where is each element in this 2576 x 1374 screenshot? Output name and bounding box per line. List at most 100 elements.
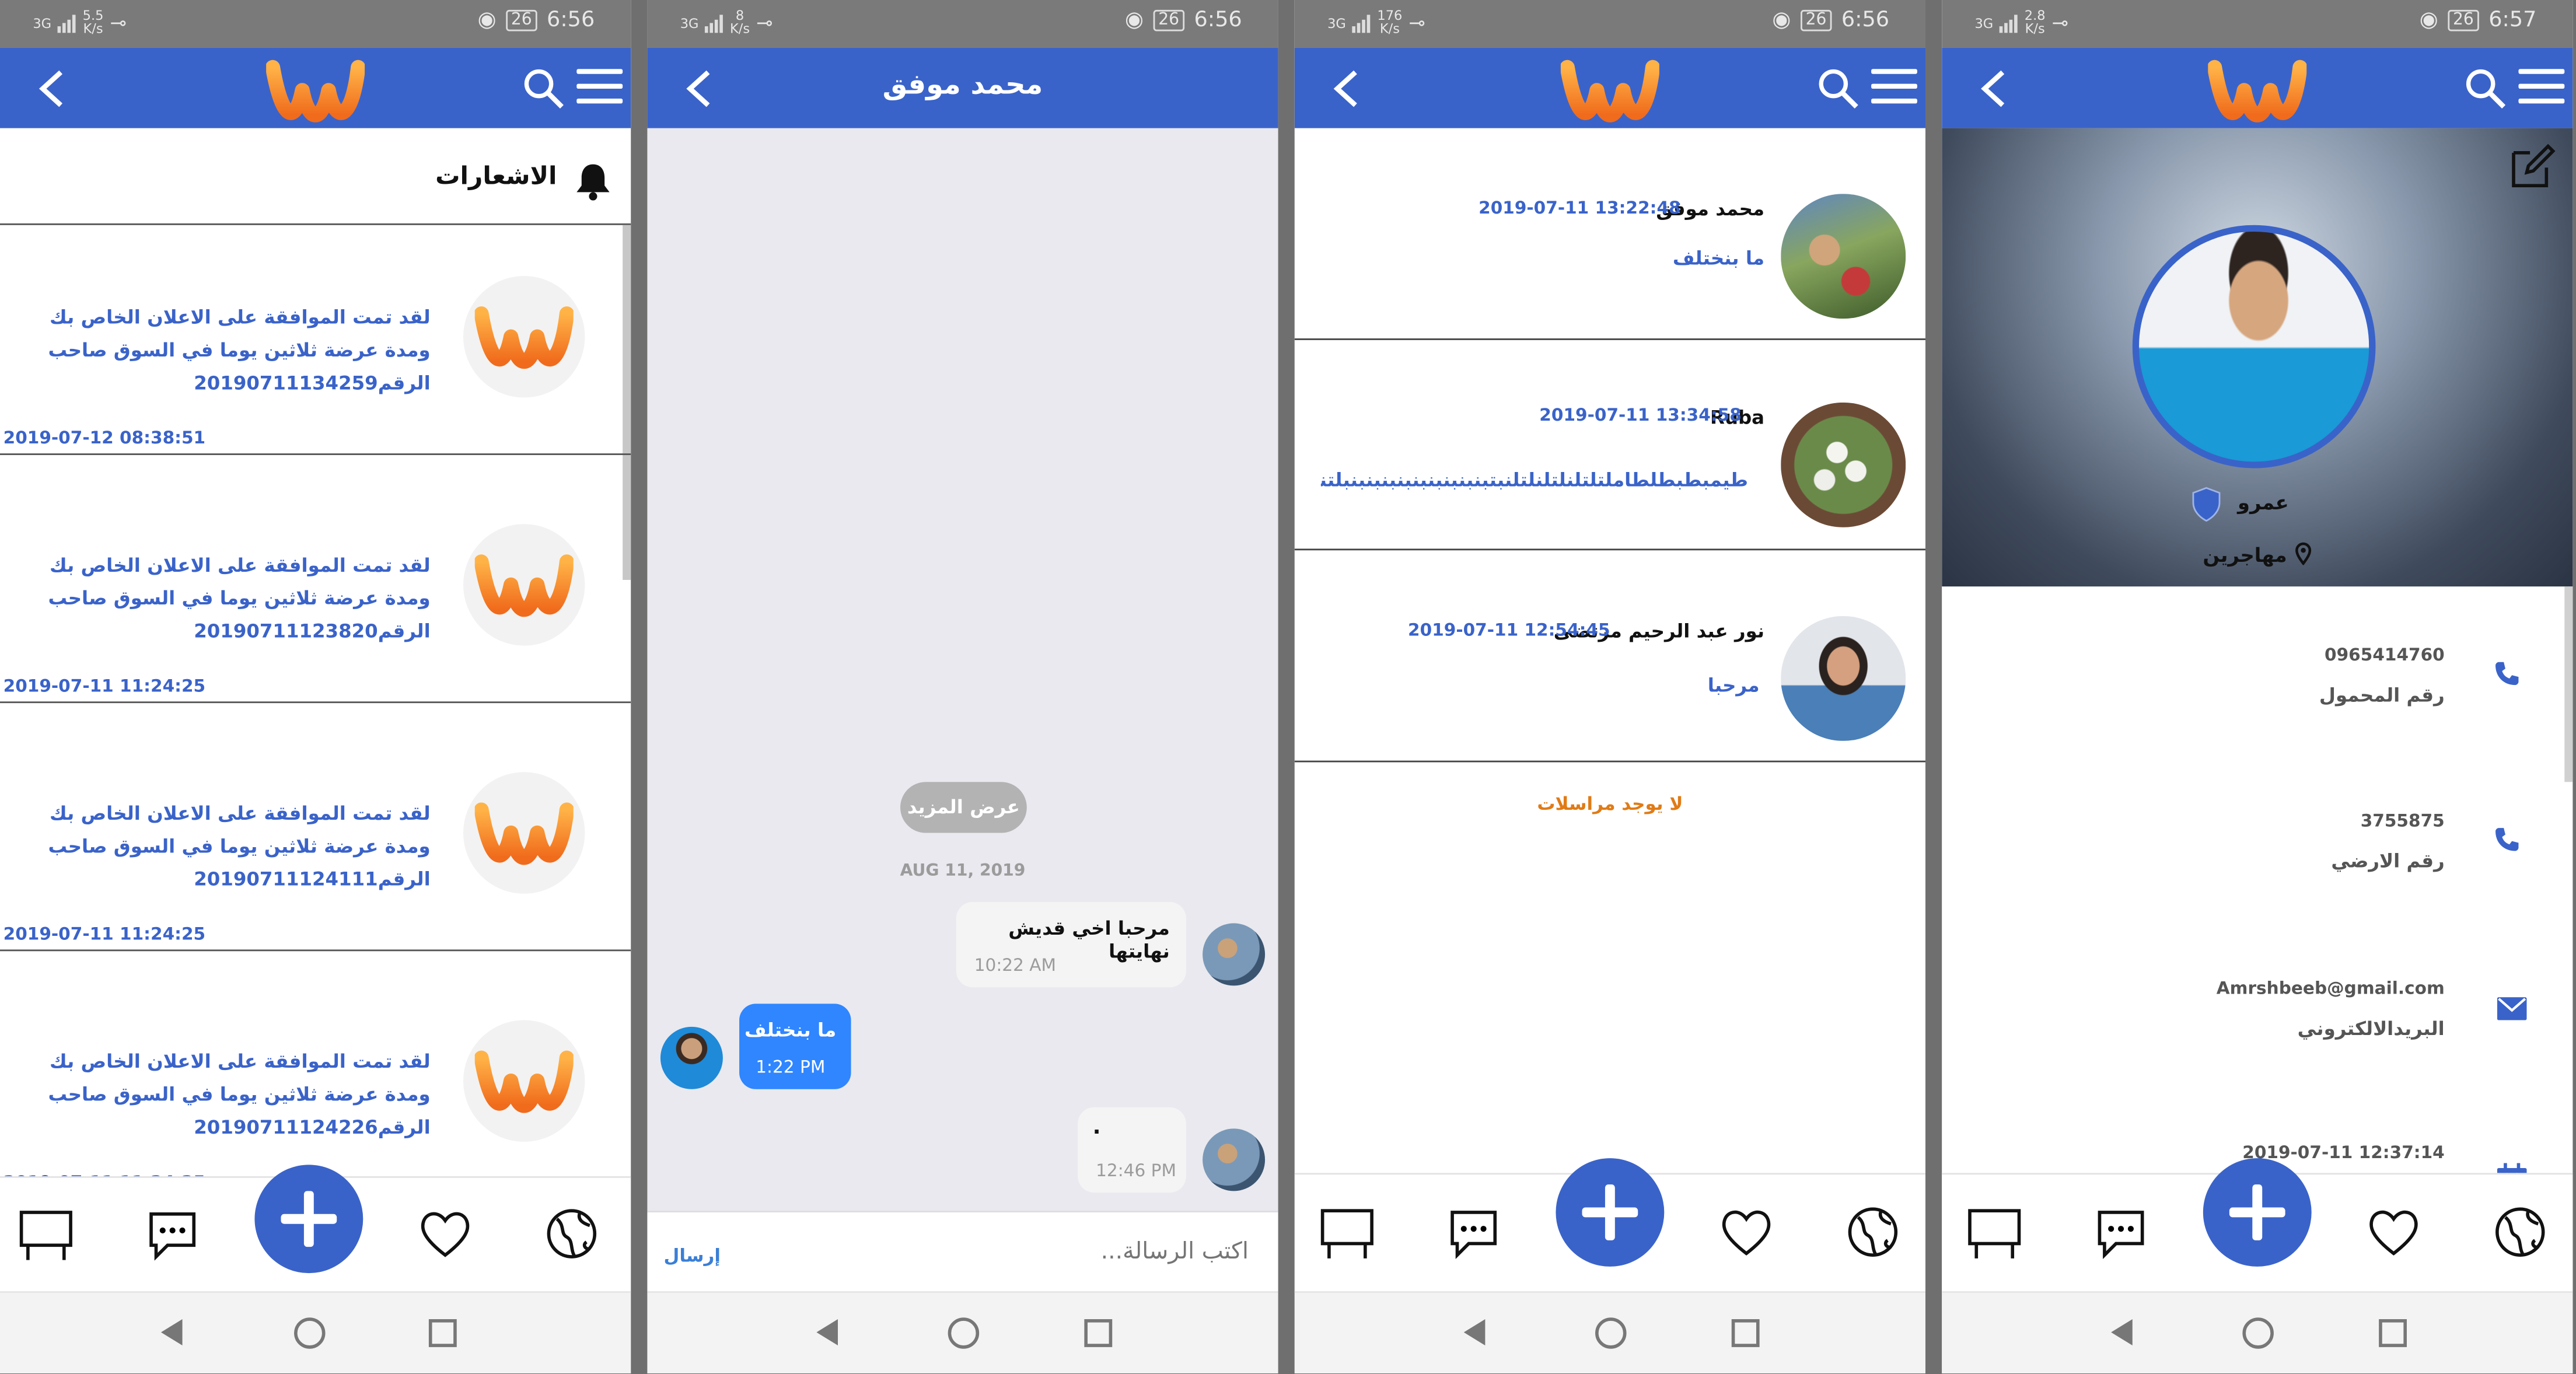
message-bubble[interactable]: مرحبا اخي قديش نهايتها 10:22 AM — [956, 901, 1186, 988]
status-bar: 3G 176 K/s ⊸ ◉ 26 6:56 — [1294, 0, 1926, 48]
notifications-list: لقد تمت الموافقة على الاعلان الخاص بك وم… — [0, 225, 631, 1183]
chat-title: محمد موفق — [882, 69, 1043, 102]
add-button[interactable] — [2203, 1158, 2312, 1267]
avatar — [1781, 402, 1906, 527]
app-bar — [1942, 47, 2573, 128]
logo-icon — [1561, 58, 1659, 124]
nav-home-icon[interactable] — [294, 1317, 326, 1349]
conversation-item[interactable]: محمد موفق 2019-07-11 13:22:48 ما بنختلف — [1294, 128, 1926, 340]
back-icon[interactable] — [33, 67, 75, 110]
heart-icon[interactable] — [2366, 1204, 2422, 1260]
conversation-item[interactable]: نور عبد الرحيم مرتضى 2019-07-11 12:54:45… — [1294, 550, 1926, 763]
add-button[interactable] — [1556, 1158, 1665, 1267]
search-icon[interactable] — [522, 67, 565, 110]
board-icon[interactable] — [1319, 1204, 1375, 1260]
nav-recents-icon[interactable] — [2379, 1319, 2407, 1347]
nav-back-icon[interactable] — [2111, 1319, 2133, 1346]
detail-label: رقم المحمول — [2319, 683, 2445, 707]
logo-icon — [475, 552, 574, 618]
nav-back-icon[interactable] — [160, 1319, 183, 1346]
message-text: ما بنختلف — [744, 1018, 837, 1042]
logo-icon — [475, 800, 574, 866]
nav-home-icon[interactable] — [948, 1317, 980, 1349]
notification-line: ومدة عرضة ثلاثين يوما في السوق صاحب — [48, 834, 431, 858]
message-input[interactable] — [746, 1229, 1252, 1275]
bottom-nav — [1294, 1158, 1926, 1293]
heart-icon[interactable] — [1718, 1204, 1774, 1260]
nav-back-icon[interactable] — [1463, 1319, 1486, 1346]
nav-recents-icon[interactable] — [428, 1319, 457, 1347]
globe-icon[interactable] — [544, 1206, 600, 1262]
phone-notifications: 3G 5.5 K/s ⊸ ◉ 26 6:56 الاشعارات لقد تمت المو… — [0, 0, 631, 1373]
detail-value: 0965414760 — [2325, 645, 2445, 666]
nav-home-icon[interactable] — [2242, 1317, 2274, 1349]
status-bar: 3G 5.5 K/s ⊸ ◉ 26 6:56 — [0, 0, 631, 48]
nav-home-icon[interactable] — [1595, 1317, 1627, 1349]
conversation-date: 2019-07-11 13:34:58 — [1539, 405, 1742, 426]
logo-avatar — [463, 276, 585, 398]
menu-icon[interactable] — [1871, 69, 1917, 109]
search-icon[interactable] — [1817, 67, 1860, 110]
location-pin-icon — [2295, 542, 2312, 566]
heart-icon[interactable] — [417, 1206, 473, 1262]
search-icon[interactable] — [2465, 67, 2507, 110]
message-bubble-mine[interactable]: ما بنختلف 1:22 PM — [739, 1004, 851, 1089]
phone-icon — [2495, 828, 2519, 851]
logo-icon — [266, 58, 365, 124]
profile-name: عمرو — [2237, 491, 2289, 515]
avatar[interactable] — [1203, 923, 1266, 986]
location-text: مهاجرين — [2203, 543, 2287, 567]
notification-text: لقد تمت الموافقة على الاعلان الخاص بك وم… — [36, 300, 431, 399]
list-item[interactable]: لقد تمت الموافقة على الاعلان الخاص بك وم… — [0, 455, 631, 704]
edit-icon[interactable] — [2507, 141, 2556, 190]
detail-label: البريدالالكتروني — [2297, 1016, 2445, 1040]
menu-icon[interactable] — [2518, 69, 2565, 109]
detail-row-landline[interactable]: 3755875 رقم الارضي — [1942, 753, 2572, 917]
composer: إرسال — [647, 1211, 1278, 1295]
load-more-button[interactable]: عرض المزيد — [900, 782, 1027, 833]
logo-icon — [475, 1048, 574, 1114]
conversation-preview: طيمبطبطلطاملتلتلنلتلنلتلنبتبنبنبنبنبنبنب… — [1321, 468, 1748, 491]
add-button[interactable] — [254, 1165, 363, 1274]
list-item[interactable]: لقد تمت الموافقة على الاعلان الخاص بك وم… — [0, 951, 631, 1183]
detail-row-mobile[interactable]: 0965414760 رقم المحمول — [1942, 586, 2572, 751]
list-item[interactable]: لقد تمت الموافقة على الاعلان الخاص بك وم… — [0, 703, 631, 952]
detail-row-email[interactable]: Amrshbeeb@gmail.com البريدالالكتروني — [1942, 918, 2572, 1083]
app-bar — [1294, 47, 1926, 128]
detail-label: رقم الارضي — [2331, 849, 2445, 873]
chat-icon[interactable] — [2093, 1204, 2149, 1260]
globe-icon[interactable] — [1845, 1204, 1901, 1260]
notifications-header: الاشعارات — [0, 128, 631, 225]
bell-icon — [576, 164, 610, 201]
nav-recents-icon[interactable] — [1731, 1319, 1760, 1347]
board-icon[interactable] — [18, 1206, 74, 1262]
page-title: الاشعارات — [435, 160, 557, 191]
conversation-item[interactable]: Ruba 2019-07-11 13:34:58 طيمبطبطلطاملتلت… — [1294, 340, 1926, 551]
message-bubble[interactable]: . 12:46 PM — [1078, 1107, 1186, 1193]
conversation-preview: ما بنختلف — [1672, 246, 1765, 270]
logo-avatar — [463, 524, 585, 646]
chat-icon[interactable] — [145, 1206, 201, 1262]
app-bar — [0, 47, 631, 128]
notification-line: لقد تمت الموافقة على الاعلان الخاص بك — [49, 1050, 431, 1073]
menu-icon[interactable] — [576, 69, 623, 109]
notification-date: 2019-07-11 11:24:25 — [3, 677, 206, 697]
message-time: 10:22 AM — [974, 956, 1057, 976]
send-button[interactable]: إرسال — [664, 1245, 721, 1267]
logo-icon — [475, 304, 574, 370]
chat-icon[interactable] — [1446, 1204, 1502, 1260]
globe-icon[interactable] — [2492, 1204, 2548, 1260]
board-icon[interactable] — [1966, 1204, 2022, 1260]
avatar[interactable] — [660, 1026, 723, 1089]
message-time: 12:46 PM — [1096, 1161, 1177, 1181]
profile-avatar[interactable] — [2132, 225, 2376, 469]
verified-shield-icon — [2192, 487, 2221, 522]
back-icon[interactable] — [1974, 67, 2017, 110]
back-icon[interactable] — [1327, 67, 1370, 110]
nav-recents-icon[interactable] — [1084, 1319, 1113, 1347]
profile-header: عمرو مهاجرين — [1942, 128, 2573, 587]
avatar — [1781, 616, 1906, 741]
nav-back-icon[interactable] — [816, 1319, 838, 1346]
list-item[interactable]: لقد تمت الموافقة على الاعلان الخاص بك وم… — [0, 225, 631, 455]
avatar[interactable] — [1203, 1128, 1266, 1191]
